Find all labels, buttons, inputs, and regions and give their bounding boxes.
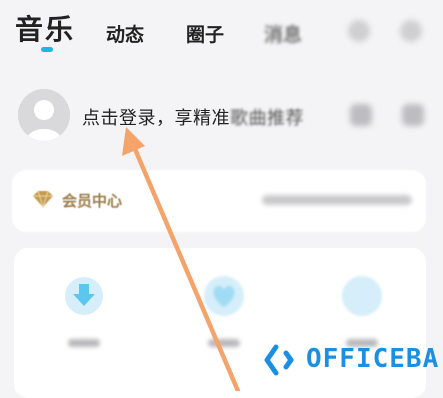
tab-circle[interactable]: 圈子 (186, 20, 224, 47)
tab-dynamic[interactable]: 动态 (106, 20, 144, 47)
diamond-icon (32, 190, 54, 212)
officeba-logo-icon (264, 344, 294, 376)
download-icon (64, 276, 104, 316)
top-tab-bar: 音乐 动态 圈子 消息 (0, 0, 443, 60)
quick-action-favorite[interactable] (194, 276, 254, 354)
settings-icon[interactable] (400, 20, 422, 42)
scan-icon[interactable] (350, 104, 372, 126)
watermark-text: OFFICEBA (306, 344, 440, 374)
quick-action-download[interactable] (54, 276, 114, 354)
watermark-logo: OFFICEBA (262, 344, 438, 376)
vip-center-card[interactable]: 会员中心 (12, 170, 426, 232)
tab-messages[interactable]: 消息 (264, 20, 302, 47)
edit-icon[interactable] (402, 104, 424, 126)
quick-action-label (194, 336, 254, 354)
quick-action-history[interactable] (332, 276, 392, 354)
tab-music[interactable]: 音乐 (15, 8, 75, 48)
quick-action-label (54, 336, 114, 354)
history-icon (342, 276, 382, 316)
search-icon[interactable] (348, 20, 370, 42)
login-prompt-text: 点击登录，享精准 (82, 108, 230, 129)
active-tab-indicator (41, 47, 53, 52)
vip-promo-blurred (262, 190, 412, 210)
avatar[interactable] (18, 89, 70, 141)
quick-actions-card (14, 248, 426, 398)
login-prompt[interactable]: 点击登录，享精准歌曲推荐 (82, 104, 304, 130)
login-row[interactable]: 点击登录，享精准歌曲推荐 (0, 80, 443, 150)
heart-icon (204, 276, 244, 316)
vip-center-label: 会员中心 (62, 192, 123, 210)
login-prompt-text-faded: 歌曲推荐 (230, 108, 304, 129)
